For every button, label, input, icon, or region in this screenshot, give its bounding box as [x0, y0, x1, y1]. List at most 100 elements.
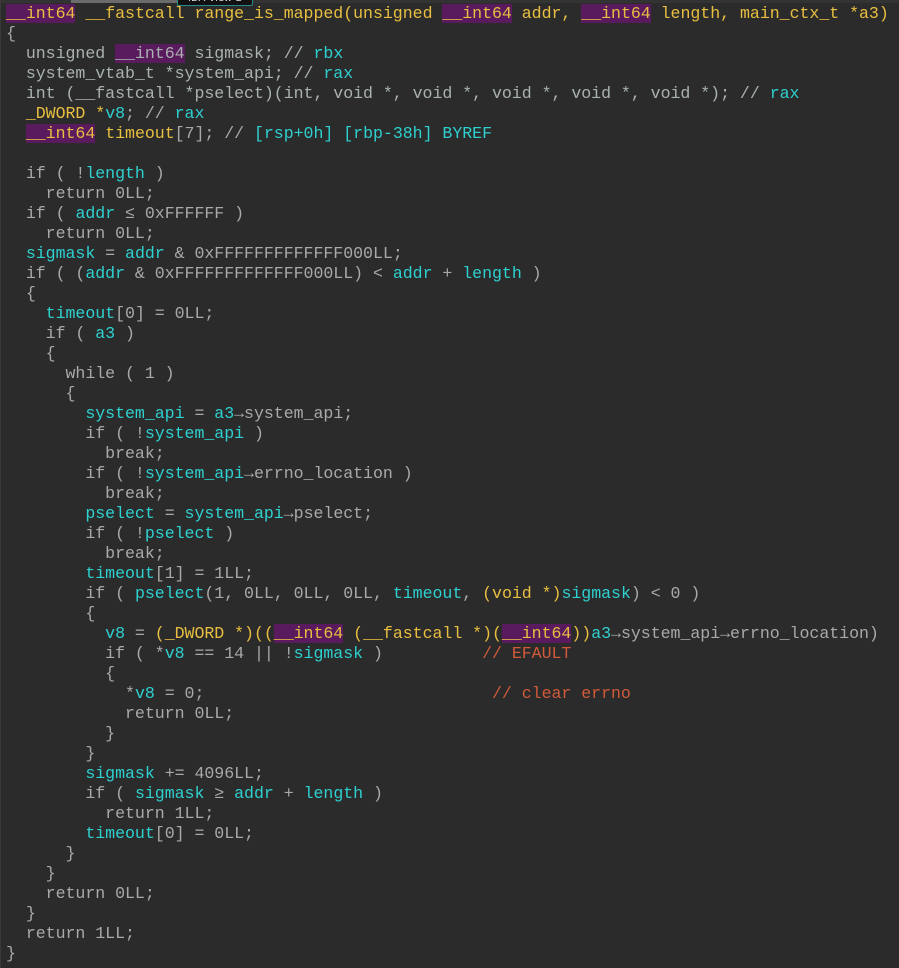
identifier-token[interactable]: sigmask	[294, 644, 363, 663]
code-line[interactable]: if ( !pselect )	[6, 524, 889, 544]
code-line[interactable]: }	[6, 844, 889, 864]
identifier-token[interactable]: addr	[234, 784, 274, 803]
code-line[interactable]: if ( !length )	[6, 164, 889, 184]
comment-token: // clear errno	[492, 684, 631, 703]
code-line[interactable]: while ( 1 )	[6, 364, 889, 384]
identifier-token[interactable]: timeout	[393, 584, 462, 603]
code-line[interactable]: sigmask = addr & 0xFFFFFFFFFFFFF000LL;	[6, 244, 889, 264]
identifier-token[interactable]: a3	[214, 404, 234, 423]
code-line[interactable]: timeout[0] = 0LL;	[6, 824, 889, 844]
code-line[interactable]: _DWORD *v8; // rax	[6, 104, 889, 124]
code-line[interactable]: v8 = (_DWORD *)((__int64 (__fastcall *)(…	[6, 624, 889, 644]
type-token: length, main_ctx_t *a3)	[650, 4, 889, 23]
code-token: return 1LL;	[6, 804, 215, 823]
code-line[interactable]: if ( *v8 == 14 || !sigmask ) // EFAULT	[6, 644, 889, 664]
code-line[interactable]: {	[6, 284, 889, 304]
code-line[interactable]: return 1LL;	[6, 924, 889, 944]
identifier-token[interactable]: addr	[125, 244, 165, 263]
identifier-token[interactable]: v8	[6, 624, 125, 643]
identifier-token[interactable]: timeout	[6, 564, 154, 583]
identifier-token[interactable]: a3	[95, 324, 115, 343]
identifier-token[interactable]: length	[462, 264, 522, 283]
code-line[interactable]: if ( (addr & 0xFFFFFFFFFFFFF000LL) < add…	[6, 264, 889, 284]
pseudocode-listing[interactable]: __int64 __fastcall range_is_mapped(unsig…	[6, 4, 889, 964]
identifier-token[interactable]: system_api	[6, 404, 184, 423]
code-token: if ( (	[6, 264, 86, 283]
identifier-token[interactable]: sigmask	[6, 764, 154, 783]
code-token: }	[6, 724, 116, 743]
identifier-token[interactable]: pselect	[135, 584, 204, 603]
identifier-token[interactable]: v8	[105, 104, 125, 123]
identifier-token[interactable]: sigmask	[135, 784, 204, 803]
code-line[interactable]: }	[6, 864, 889, 884]
code-token: *	[6, 684, 135, 703]
code-line[interactable]: if ( !system_api→errno_location )	[6, 464, 889, 484]
identifier-token[interactable]: rax	[770, 84, 800, 103]
code-line[interactable]: break;	[6, 444, 889, 464]
identifier-token[interactable]: pselect	[6, 504, 154, 523]
code-line[interactable]: int (__fastcall *pselect)(int, void *, v…	[6, 84, 889, 104]
code-token: return 0LL;	[6, 704, 235, 723]
identifier-token[interactable]: system_api	[145, 464, 244, 483]
code-line[interactable]: timeout[0] = 0LL;	[6, 304, 889, 324]
identifier-token[interactable]: addr	[85, 264, 125, 283]
ida-pseudocode-view[interactable]: IDA View-B __int64 __fastcall range_is_m…	[0, 0, 899, 968]
code-token: +	[432, 264, 463, 283]
code-line[interactable]: break;	[6, 484, 889, 504]
identifier-token[interactable]: v8	[165, 644, 185, 663]
code-line[interactable]: pselect = system_api→pselect;	[6, 504, 889, 524]
code-line[interactable]: return 0LL;	[6, 224, 889, 244]
code-token: {	[6, 604, 96, 623]
code-line[interactable]: system_vtab_t *system_api; // rax	[6, 64, 889, 84]
identifier-token[interactable]: rbx	[313, 44, 343, 63]
code-line[interactable]	[6, 144, 889, 164]
identifier-token[interactable]: [rsp+0h] [rbp-38h] BYREF	[254, 124, 492, 143]
code-token: if (	[6, 784, 135, 803]
code-line[interactable]: {	[6, 24, 889, 44]
code-line[interactable]: return 0LL;	[6, 884, 889, 904]
code-line[interactable]: if ( a3 )	[6, 324, 889, 344]
identifier-token[interactable]: rax	[323, 64, 353, 83]
identifier-token[interactable]: sigmask	[6, 244, 95, 263]
identifier-token[interactable]: length	[85, 164, 145, 183]
code-line[interactable]: sigmask += 4096LL;	[6, 764, 889, 784]
code-line[interactable]: }	[6, 724, 889, 744]
code-line[interactable]: {	[6, 664, 889, 684]
code-line[interactable]: break;	[6, 544, 889, 564]
code-line[interactable]: }	[6, 944, 889, 964]
identifier-token[interactable]: timeout	[6, 824, 154, 843]
code-line[interactable]: if ( sigmask ≥ addr + length )	[6, 784, 889, 804]
code-line[interactable]: {	[6, 604, 889, 624]
code-line[interactable]: return 0LL;	[6, 184, 889, 204]
code-line[interactable]: if ( addr ≤ 0xFFFFFF )	[6, 204, 889, 224]
identifier-token[interactable]: addr	[75, 204, 115, 223]
code-line[interactable]: return 1LL;	[6, 804, 889, 824]
code-line[interactable]: unsigned __int64 sigmask; // rbx	[6, 44, 889, 64]
function-signature-line[interactable]: __int64 __fastcall range_is_mapped(unsig…	[6, 4, 889, 24]
identifier-token[interactable]: v8	[135, 684, 155, 703]
code-line[interactable]: {	[6, 384, 889, 404]
code-line[interactable]: *v8 = 0; // clear errno	[6, 684, 889, 704]
identifier-token[interactable]: sigmask	[561, 584, 630, 603]
code-line[interactable]: }	[6, 744, 889, 764]
code-line[interactable]: }	[6, 904, 889, 924]
identifier-token[interactable]: addr	[393, 264, 433, 283]
code-line[interactable]: __int64 timeout[7]; // [rsp+0h] [rbp-38h…	[6, 124, 889, 144]
code-line[interactable]: timeout[1] = 1LL;	[6, 564, 889, 584]
identifier-token[interactable]: length	[304, 784, 364, 803]
code-line[interactable]: if ( !system_api )	[6, 424, 889, 444]
identifier-token[interactable]: a3	[591, 624, 611, 643]
code-line[interactable]: if ( pselect(1, 0LL, 0LL, 0LL, timeout, …	[6, 584, 889, 604]
code-line[interactable]: system_api = a3→system_api;	[6, 404, 889, 424]
identifier-token[interactable]: system_api	[185, 504, 284, 523]
highlighted-type-token: __int64	[581, 4, 651, 23]
identifier-token[interactable]: system_api	[145, 424, 244, 443]
code-line[interactable]: {	[6, 344, 889, 364]
identifier-token[interactable]: pselect	[145, 524, 214, 543]
identifier-token[interactable]: timeout	[6, 304, 115, 323]
code-token: ≥	[204, 784, 235, 803]
code-line[interactable]: return 0LL;	[6, 704, 889, 724]
type-token: (__fastcall *)(	[343, 624, 502, 643]
identifier-token[interactable]: rax	[175, 104, 205, 123]
code-token: [7]; //	[174, 124, 254, 143]
